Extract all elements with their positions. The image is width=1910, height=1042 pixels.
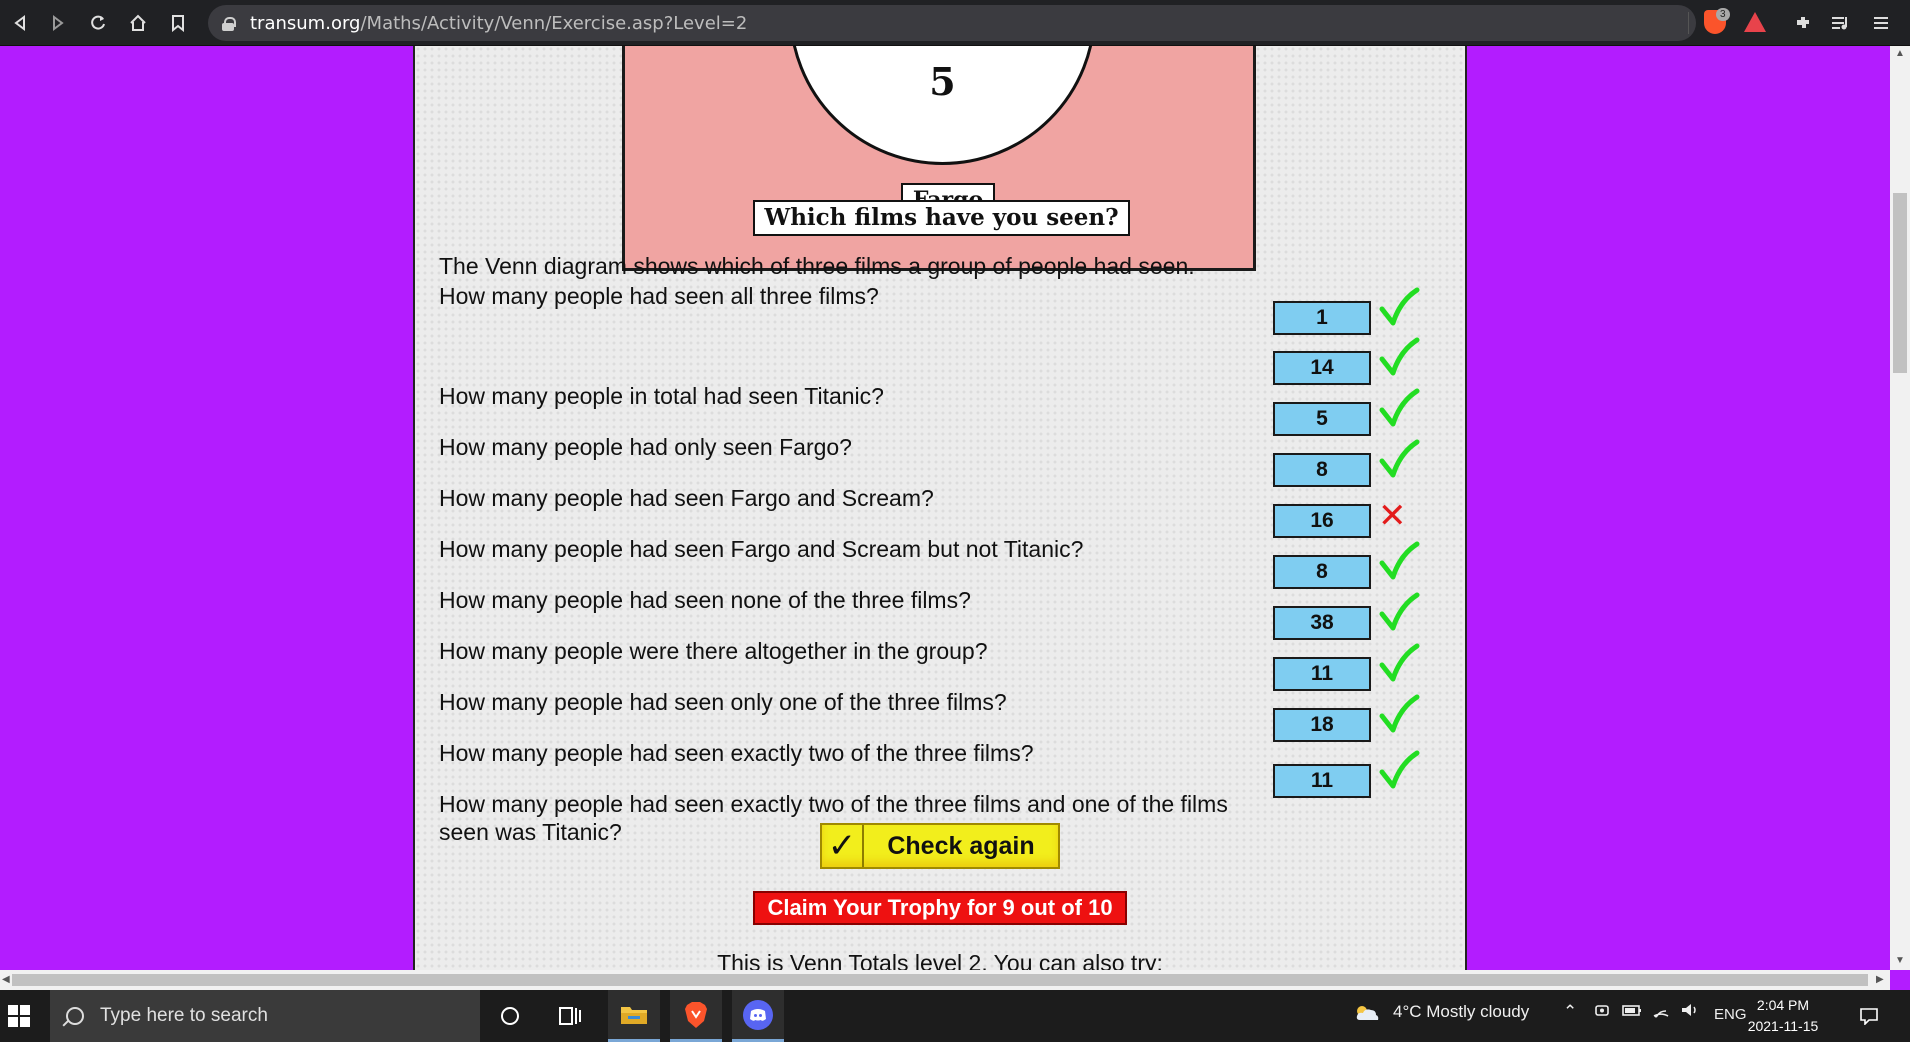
wrong-cross-icon: ✕: [1378, 496, 1407, 536]
question-text: How many people had seen Fargo and Screa…: [439, 536, 1084, 562]
volume-icon[interactable]: [1680, 1002, 1700, 1023]
answer-input[interactable]: 8: [1273, 555, 1371, 589]
show-hidden-icons-chevron-icon[interactable]: ⌃: [1563, 1002, 1577, 1022]
browser-toolbar: transum.org/Maths/Activity/Venn/Exercise…: [0, 0, 1910, 46]
playlist-icon[interactable]: [1826, 8, 1856, 38]
scroll-left-icon[interactable]: ◀: [2, 974, 10, 985]
vertical-scrollbar[interactable]: [1890, 46, 1910, 970]
clock-time: 2:04 PM: [1756, 997, 1810, 1013]
url-path: /Maths/Activity/Venn/Exercise.asp?Level=…: [360, 12, 748, 34]
question-text: How many people were there altogether in…: [439, 638, 988, 664]
correct-check-icon: [1379, 541, 1420, 580]
answer-input[interactable]: 8: [1273, 453, 1371, 487]
claim-trophy-button[interactable]: Claim Your Trophy for 9 out of 10: [753, 891, 1127, 925]
answer-input[interactable]: 11: [1273, 657, 1371, 691]
home-icon[interactable]: [118, 0, 158, 46]
meet-now-icon[interactable]: [1594, 1002, 1610, 1023]
search-icon: [66, 1007, 84, 1025]
taskbar-search-input[interactable]: Type here to search: [50, 990, 480, 1042]
question-text: How many people had only seen Fargo?: [439, 434, 852, 460]
answer-input[interactable]: 14: [1273, 351, 1371, 385]
back-icon[interactable]: [0, 0, 40, 46]
checkmark-icon: ✓: [822, 825, 864, 867]
answer-input[interactable]: 38: [1273, 606, 1371, 640]
answer-input[interactable]: 5: [1273, 402, 1371, 436]
taskbar-search-placeholder: Type here to search: [100, 1005, 268, 1026]
correct-check-icon: [1379, 643, 1420, 682]
correct-check-icon: [1379, 388, 1420, 427]
correct-check-icon: [1379, 439, 1420, 478]
weather-text[interactable]: 4°C Mostly cloudy: [1393, 1002, 1529, 1022]
url-host: transum.org: [250, 12, 361, 34]
venn-caption: Which films have you seen?: [753, 200, 1130, 236]
discord-icon[interactable]: [732, 990, 784, 1042]
question-text: How many people had seen none of the thr…: [439, 587, 971, 613]
task-view-icon[interactable]: [544, 990, 596, 1042]
venn-diagram: 5 Fargo: [622, 46, 1256, 271]
correct-check-icon: [1379, 750, 1420, 789]
file-explorer-icon[interactable]: [608, 990, 660, 1042]
venn-region-value: 5: [929, 59, 956, 104]
venn-circle-fargo: 5: [789, 46, 1096, 165]
question-text: How many people had seen Fargo and Screa…: [439, 485, 934, 511]
web-page: 5 Fargo Which films have you seen? The V…: [0, 46, 1890, 970]
wifi-icon[interactable]: [1652, 1002, 1670, 1023]
vertical-scroll-thumb[interactable]: [1893, 193, 1907, 373]
extensions-icon[interactable]: [1788, 8, 1818, 38]
answer-input[interactable]: 18: [1273, 708, 1371, 742]
battery-icon[interactable]: [1622, 1002, 1642, 1022]
scroll-right-icon[interactable]: ▶: [1876, 974, 1884, 985]
cortana-icon[interactable]: [484, 990, 536, 1042]
check-again-button[interactable]: ✓ Check again: [820, 823, 1060, 869]
correct-check-icon: [1379, 694, 1420, 733]
menu-icon[interactable]: [1866, 8, 1896, 38]
answer-input[interactable]: 16: [1273, 504, 1371, 538]
question-text: How many people in total had seen Titani…: [439, 383, 884, 409]
clock-date: 2021-11-15: [1747, 1018, 1819, 1034]
horizontal-scroll-thumb[interactable]: [12, 974, 1868, 986]
weather-cloud-icon[interactable]: [1354, 1004, 1380, 1027]
level-info-text: This is Venn Totals level 2. You can als…: [717, 950, 1163, 970]
answer-input[interactable]: 1: [1273, 301, 1371, 335]
correct-check-icon: [1379, 592, 1420, 631]
question-text: How many people had seen all three films…: [439, 283, 879, 309]
answer-input[interactable]: 11: [1273, 764, 1371, 798]
correct-check-icon: [1379, 337, 1420, 376]
reload-icon[interactable]: [78, 0, 118, 46]
scroll-down-icon[interactable]: ▼: [1895, 955, 1905, 966]
bookmark-icon[interactable]: [158, 0, 198, 46]
question-text: How many people had seen only one of the…: [439, 689, 1007, 715]
windows-start-icon[interactable]: [8, 1005, 30, 1027]
correct-check-icon: [1379, 287, 1420, 326]
scroll-up-icon[interactable]: ▲: [1895, 48, 1905, 59]
brave-rewards-icon[interactable]: [1744, 12, 1766, 32]
notification-center-icon[interactable]: [1844, 990, 1894, 1042]
intro-text: The Venn diagram shows which of three fi…: [439, 253, 1195, 279]
question-text: How many people had seen exactly two of …: [439, 740, 1034, 766]
forward-icon[interactable]: [38, 0, 78, 46]
shield-count-badge: 3: [1716, 8, 1730, 21]
lock-icon: [222, 16, 236, 31]
system-clock[interactable]: 2:04 PM 2021-11-15: [1740, 995, 1826, 1037]
address-bar[interactable]: transum.org/Maths/Activity/Venn/Exercise…: [208, 5, 1696, 41]
brave-browser-icon[interactable]: [670, 990, 722, 1042]
toolbar-divider: [1688, 12, 1689, 34]
check-again-label: Check again: [887, 831, 1035, 860]
